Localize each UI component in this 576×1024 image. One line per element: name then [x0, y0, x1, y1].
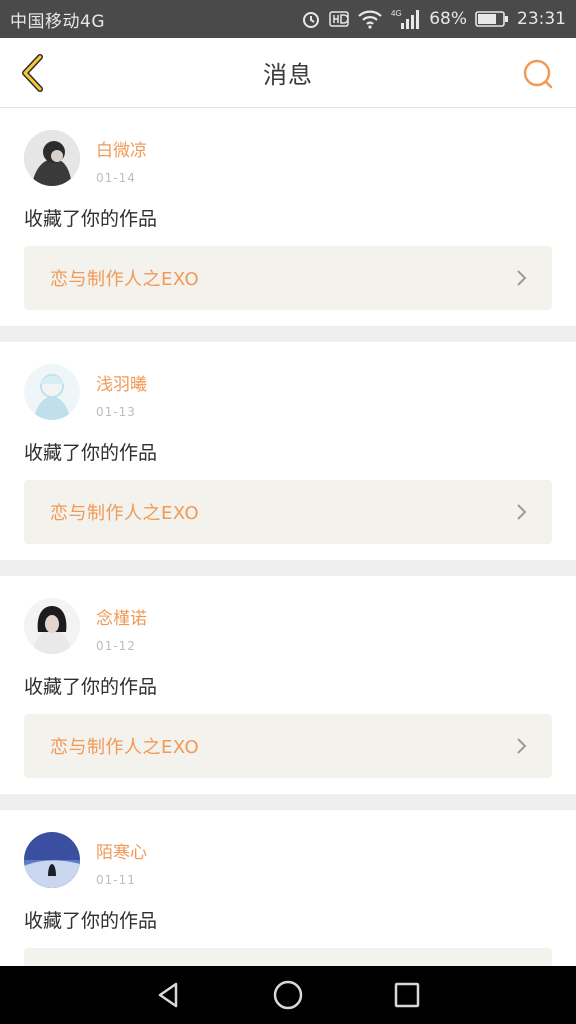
message-header: 念槿诺 01-12	[24, 598, 552, 658]
status-icons: 4G 68% 23:31	[301, 8, 566, 30]
avatar[interactable]	[24, 364, 80, 420]
svg-text:4G: 4G	[391, 9, 402, 18]
user-name[interactable]: 陌寒心	[96, 838, 147, 863]
message-meta: 陌寒心 01-11	[96, 832, 147, 887]
clock: 23:31	[517, 9, 566, 29]
signal-icon: 4G	[391, 8, 421, 30]
message-header: 陌寒心 01-11	[24, 832, 552, 892]
message-date: 01-12	[96, 639, 136, 653]
message-header: 浅羽曦 01-13	[24, 364, 552, 424]
message-list: 白微凉 01-14 收藏了你的作品 恋与制作人之EXO 浅羽曦 01-13 收藏…	[0, 108, 576, 966]
work-title: 恋与制作人之EXO	[50, 503, 200, 524]
message-action: 收藏了你的作品	[24, 910, 158, 932]
chevron-right-icon	[514, 736, 530, 756]
home-circle-icon[interactable]	[268, 975, 308, 1015]
chevron-right-icon	[514, 268, 530, 288]
work-title: 恋与制作人之EXO	[50, 737, 200, 758]
message-card: 念槿诺 01-12 收藏了你的作品 恋与制作人之EXO	[0, 576, 576, 794]
status-bar: 中国移动4G 4G 68% 23:31	[0, 0, 576, 38]
avatar[interactable]	[24, 832, 80, 888]
hd-icon	[329, 11, 349, 27]
back-button[interactable]	[12, 52, 52, 94]
message-date: 01-13	[96, 405, 136, 419]
work-link[interactable]	[24, 948, 552, 966]
search-icon	[523, 59, 553, 89]
message-action: 收藏了你的作品	[24, 676, 158, 698]
user-name[interactable]: 白微凉	[96, 136, 147, 161]
work-link[interactable]: 恋与制作人之EXO	[24, 480, 552, 544]
alarm-icon	[301, 9, 321, 29]
top-nav: 消息	[0, 38, 576, 108]
message-meta: 浅羽曦 01-13	[96, 364, 147, 419]
work-link[interactable]: 恋与制作人之EXO	[24, 246, 552, 310]
work-title: 恋与制作人之EXO	[50, 269, 200, 290]
message-action: 收藏了你的作品	[24, 442, 158, 464]
search-button[interactable]	[520, 56, 556, 92]
message-header: 白微凉 01-14	[24, 130, 552, 190]
battery-icon	[475, 10, 509, 28]
avatar[interactable]	[24, 130, 80, 186]
system-nav-bar	[0, 966, 576, 1024]
message-card: 白微凉 01-14 收藏了你的作品 恋与制作人之EXO	[0, 108, 576, 326]
battery-percent: 68%	[429, 9, 467, 29]
message-date: 01-14	[96, 171, 136, 185]
message-meta: 念槿诺 01-12	[96, 598, 147, 653]
message-card: 陌寒心 01-11 收藏了你的作品	[0, 810, 576, 966]
message-card: 浅羽曦 01-13 收藏了你的作品 恋与制作人之EXO	[0, 342, 576, 560]
user-name[interactable]: 念槿诺	[96, 604, 147, 629]
message-date: 01-11	[96, 873, 136, 887]
back-triangle-icon[interactable]	[149, 975, 189, 1015]
avatar[interactable]	[24, 598, 80, 654]
carrier-label: 中国移动4G	[10, 11, 105, 32]
wifi-icon	[357, 9, 383, 29]
chevron-left-icon	[22, 54, 43, 92]
work-link[interactable]: 恋与制作人之EXO	[24, 714, 552, 778]
message-meta: 白微凉 01-14	[96, 130, 147, 185]
message-action: 收藏了你的作品	[24, 208, 158, 230]
recent-square-icon[interactable]	[387, 975, 427, 1015]
page-title: 消息	[263, 61, 313, 89]
chevron-right-icon	[514, 502, 530, 522]
user-name[interactable]: 浅羽曦	[96, 370, 147, 395]
